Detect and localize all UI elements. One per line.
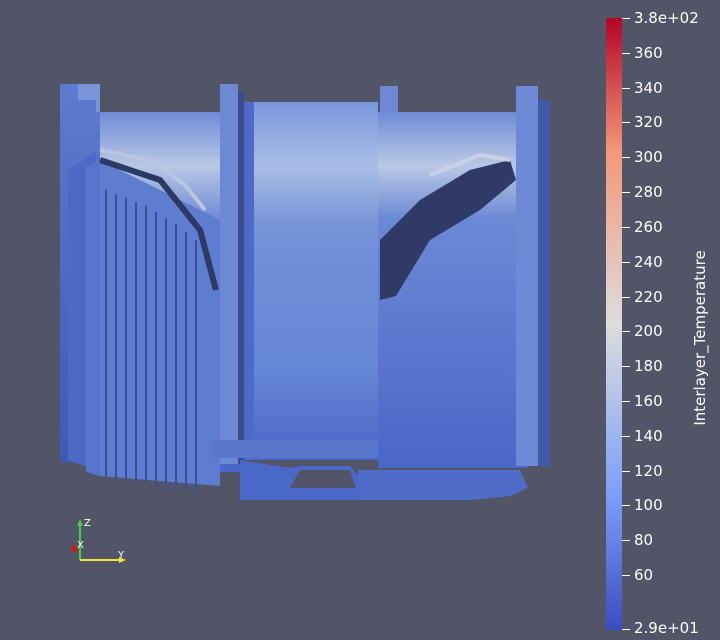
legend-tick-label: 140 (634, 427, 663, 445)
legend-max-label: 3.8e+02 (634, 9, 699, 27)
legend-tick-label: 200 (634, 322, 663, 340)
x-axis-label: X (77, 540, 84, 551)
legend-tick-mark (622, 88, 630, 89)
legend-tick-label: 160 (634, 392, 663, 410)
legend-tick-label: 60 (634, 566, 654, 584)
legend-title: Interlayer_Temperature (691, 250, 709, 426)
legend-tick-mark (622, 297, 630, 298)
legend-tick-mark (622, 629, 630, 630)
legend-tick-label: 240 (634, 253, 663, 271)
legend-tick-label: 340 (634, 79, 663, 97)
color-legend-bar (606, 18, 622, 630)
legend-tick-mark (622, 262, 630, 263)
legend-tick-label: 80 (634, 531, 654, 549)
legend-tick-mark (622, 18, 630, 19)
legend-tick-mark (622, 436, 630, 437)
legend-tick-label: 300 (634, 148, 663, 166)
legend-tick-mark (622, 540, 630, 541)
legend-tick-label: 360 (634, 44, 663, 62)
legend-tick-mark (622, 471, 630, 472)
legend-tick-mark (622, 122, 630, 123)
orientation-axes-widget: Z X Y (70, 518, 126, 563)
left-shell-section (60, 84, 244, 492)
legend-tick-mark (622, 401, 630, 402)
z-axis-arrow (77, 519, 83, 526)
right-shell-section (358, 86, 550, 500)
legend-tick-mark (622, 575, 630, 576)
legend-tick-mark (622, 227, 630, 228)
legend-tick-mark (622, 53, 630, 54)
legend-min-label: 2.9e+01 (634, 619, 699, 637)
legend-tick-label: 260 (634, 218, 663, 236)
render-viewport[interactable]: 3.8e+02 2.9e+01 360 340 320 300 280 260 240 220… (0, 0, 720, 640)
y-axis-label: Y (117, 550, 125, 561)
legend-tick-label: 100 (634, 496, 663, 514)
legend-tick-label: 320 (634, 113, 663, 131)
legend-tick-mark (622, 192, 630, 193)
legend-tick-label: 280 (634, 183, 663, 201)
legend-tick-label: 220 (634, 288, 663, 306)
legend-tick-label: 180 (634, 357, 663, 375)
legend-tick-mark (622, 366, 630, 367)
legend-tick-label: 120 (634, 462, 663, 480)
z-axis-label: Z (84, 518, 91, 529)
legend-tick-mark (622, 331, 630, 332)
legend-tick-mark (622, 157, 630, 158)
legend-tick-mark (622, 505, 630, 506)
